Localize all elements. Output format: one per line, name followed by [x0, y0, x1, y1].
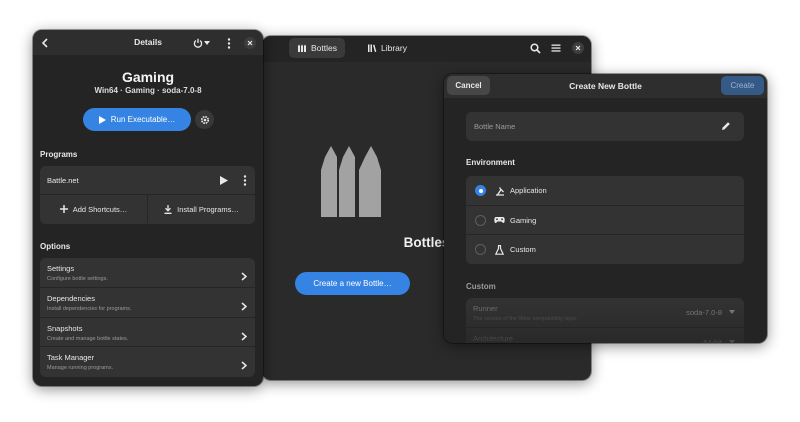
- runner-row[interactable]: Runner The version of the Wine compatibi…: [466, 298, 744, 328]
- runner-title: Runner: [473, 304, 498, 313]
- programs-heading: Programs: [40, 150, 78, 159]
- runner-value: soda-7.0-8: [686, 308, 722, 317]
- tab-library-label: Library: [381, 43, 407, 53]
- bottle-name: Gaming: [121, 69, 175, 85]
- plus-icon: [59, 205, 68, 213]
- radio-unselected[interactable]: [475, 214, 486, 226]
- details-window: Details Gaming Win64 · Gaming · soda-7.0…: [33, 30, 263, 386]
- bottles-logo-icon: [321, 146, 381, 222]
- close-icon: [572, 42, 584, 54]
- play-icon[interactable]: [220, 176, 228, 185]
- program-row[interactable]: Battle.net: [40, 166, 255, 195]
- more-options-icon[interactable]: [243, 175, 247, 186]
- bottles-icon: [297, 43, 307, 53]
- download-icon: [164, 204, 172, 214]
- environment-row-custom[interactable]: Custom: [466, 235, 744, 264]
- bottle-subtitle: Win64 · Gaming · soda-7.0-8: [94, 86, 202, 95]
- chevron-right-icon: [241, 328, 248, 346]
- chevron-right-icon: [241, 298, 248, 316]
- create-headerbar: Cancel Create New Bottle Create: [444, 74, 767, 98]
- options-heading: Options: [40, 242, 71, 251]
- environment-label: Application: [510, 186, 547, 195]
- tab-bottles-label: Bottles: [311, 43, 337, 53]
- option-subtitle: Manage running programs.: [47, 365, 114, 372]
- run-executable-button[interactable]: Run Executable…: [83, 108, 191, 131]
- runner-subtitle: The version of the Wine compatibility la…: [473, 316, 578, 322]
- architecture-title: Architecture: [473, 334, 514, 343]
- add-shortcuts-label: Add Shortcuts…: [72, 204, 128, 214]
- environment-card: Application Gaming Custom: [466, 176, 744, 264]
- details-close-button[interactable]: [243, 36, 257, 50]
- environment-row-application[interactable]: Application: [466, 176, 744, 206]
- edit-icon[interactable]: [721, 121, 731, 131]
- install-programs-label: Install Programs…: [177, 204, 239, 214]
- custom-heading: Custom: [466, 282, 496, 291]
- power-menu-button[interactable]: [190, 36, 212, 50]
- chevron-down-icon: [729, 310, 735, 314]
- chevron-right-icon: [241, 357, 248, 375]
- create-new-bottle-button[interactable]: Create a new Bottle…: [295, 272, 410, 295]
- search-icon[interactable]: [528, 41, 542, 55]
- tab-library[interactable]: Library: [359, 38, 415, 58]
- flask-icon: [494, 244, 505, 255]
- radio-unselected[interactable]: [475, 244, 486, 255]
- radio-selected[interactable]: [475, 185, 486, 196]
- program-name: Battle.net: [47, 176, 79, 185]
- main-headerbar: Bottles Library: [262, 36, 591, 62]
- environment-label: Gaming: [510, 215, 537, 225]
- close-icon: [244, 37, 256, 49]
- power-icon: [193, 38, 203, 48]
- chevron-down-icon: [203, 41, 210, 45]
- bottle-name-field[interactable]: [466, 112, 744, 141]
- install-programs-button[interactable]: Install Programs…: [148, 195, 255, 223]
- menu-icon[interactable]: [549, 41, 563, 55]
- chevron-down-icon: [729, 340, 735, 343]
- option-row-dependencies[interactable]: Dependencies Install dependencies for pr…: [40, 288, 255, 318]
- tab-bottles[interactable]: Bottles: [289, 38, 345, 58]
- environment-label: Custom: [510, 245, 536, 254]
- add-shortcuts-button[interactable]: Add Shortcuts…: [40, 195, 147, 223]
- options-card: Settings Configure bottle settings. Depe…: [40, 258, 255, 377]
- option-row-settings[interactable]: Settings Configure bottle settings.: [40, 258, 255, 288]
- custom-options-card: Runner The version of the Wine compatibi…: [466, 298, 744, 343]
- architecture-value: 64-bit: [703, 338, 722, 343]
- create-title: Create New Bottle: [569, 81, 642, 91]
- option-title: Settings: [47, 264, 75, 273]
- programs-card: Battle.net Add Shortcuts… Install Progra…: [40, 166, 255, 224]
- program-actions-row: Add Shortcuts… Install Programs…: [40, 195, 255, 224]
- option-subtitle: Create and manage bottle states.: [47, 335, 129, 342]
- create-button[interactable]: Create: [721, 76, 764, 95]
- library-icon: [367, 43, 377, 53]
- run-executable-label: Run Executable…: [110, 115, 176, 124]
- close-button[interactable]: [571, 41, 585, 55]
- application-icon: [494, 185, 505, 196]
- create-bottle-window: Cancel Create New Bottle Create Environm…: [444, 74, 767, 343]
- environment-heading: Environment: [466, 158, 515, 167]
- option-subtitle: Install dependencies for programs.: [47, 305, 132, 312]
- details-headerbar: Details: [33, 30, 263, 55]
- play-icon: [98, 115, 106, 124]
- architecture-row[interactable]: Architecture 64-bit: [466, 328, 744, 343]
- more-options-icon[interactable]: [222, 36, 236, 50]
- option-title: Dependencies: [47, 293, 95, 303]
- option-row-task-manager[interactable]: Task Manager Manage running programs.: [40, 347, 255, 377]
- option-title: Task Manager: [47, 353, 95, 363]
- option-row-snapshots[interactable]: Snapshots Create and manage bottle state…: [40, 318, 255, 348]
- gamepad-icon: [494, 215, 505, 226]
- chevron-right-icon: [241, 268, 248, 286]
- option-subtitle: Configure bottle settings.: [47, 276, 108, 282]
- environment-row-gaming[interactable]: Gaming: [466, 206, 744, 235]
- gear-icon: [200, 115, 210, 125]
- bottle-settings-button[interactable]: [195, 110, 214, 129]
- bottle-name-input[interactable]: [466, 112, 706, 141]
- option-title: Snapshots: [47, 323, 83, 333]
